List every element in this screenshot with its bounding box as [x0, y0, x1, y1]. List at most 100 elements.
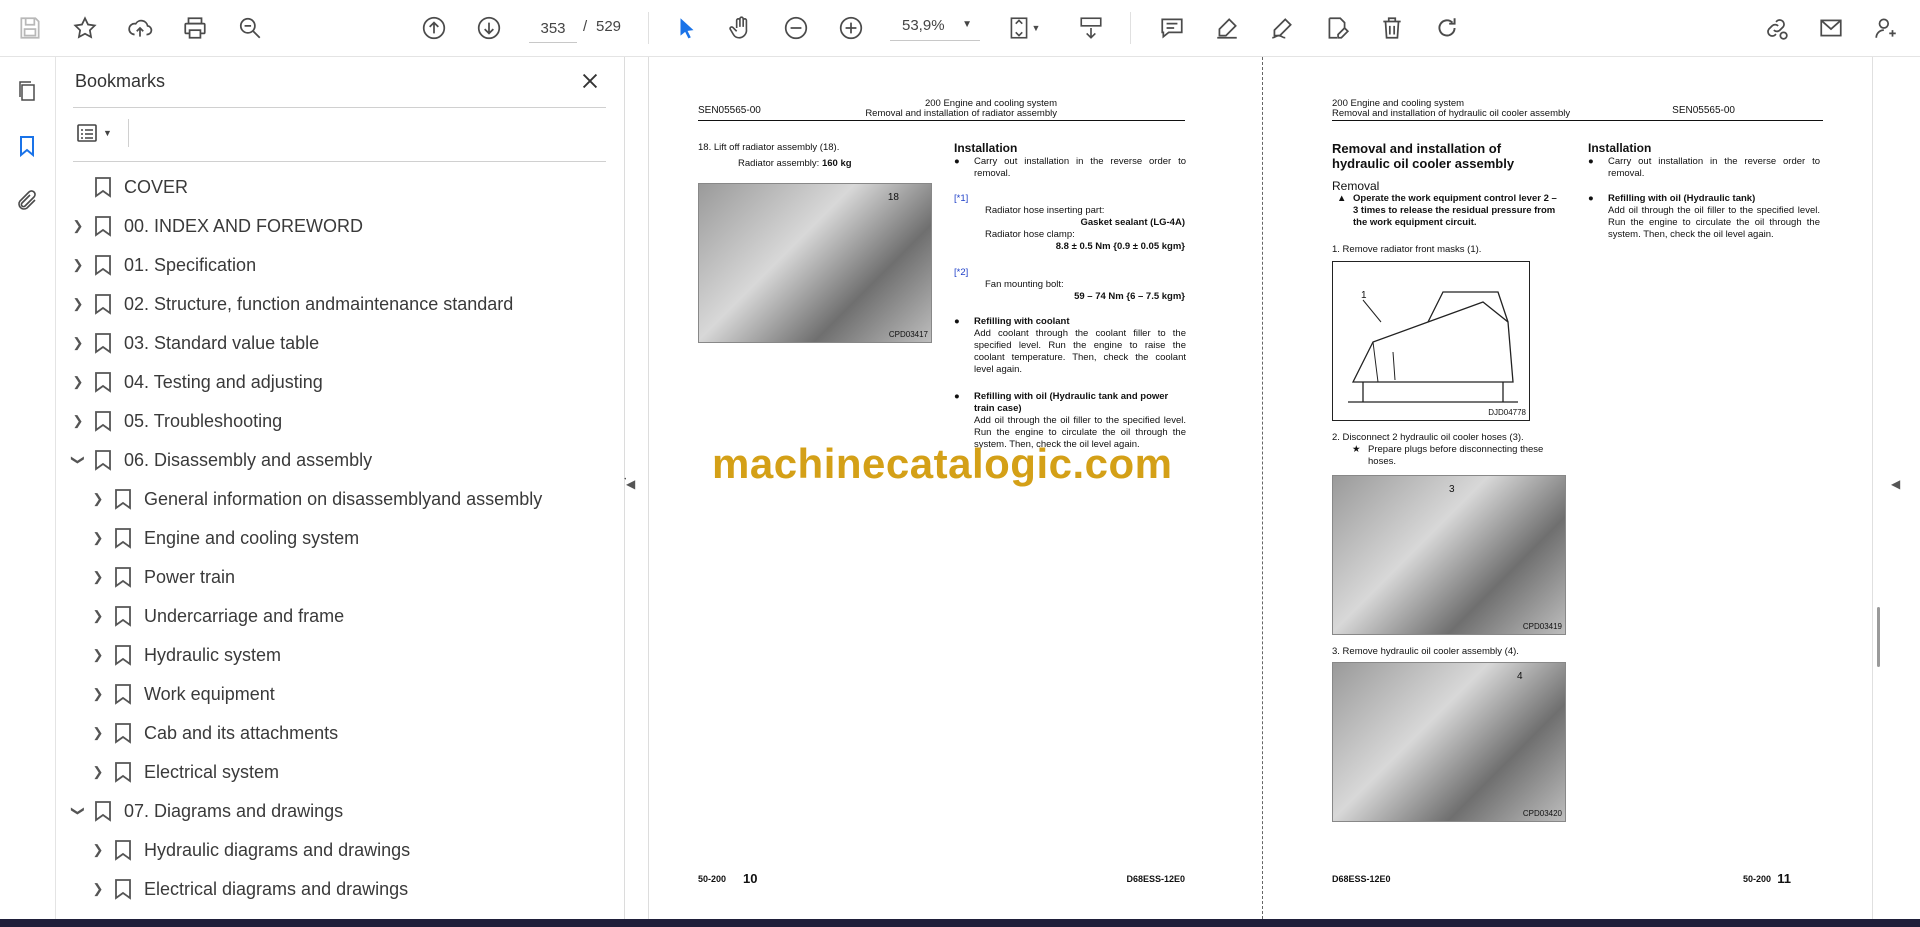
bookmark-flag-icon — [94, 215, 112, 237]
bookmark-label: General information on disassemblyand as… — [144, 488, 543, 509]
chevron-right-icon[interactable]: ❯ — [68, 413, 88, 429]
bookmark-item[interactable]: ❯ 06. Disassembly and assembly — [68, 441, 372, 479]
bookmark-item[interactable]: ❯ General information on disassemblyand a… — [88, 480, 542, 518]
email-icon[interactable] — [1815, 12, 1847, 44]
warning-icon: ▲ — [1337, 193, 1347, 204]
scroll-mode-icon[interactable] — [1075, 12, 1107, 44]
share-link-icon[interactable] — [1760, 12, 1792, 44]
next-page-icon[interactable] — [473, 12, 505, 44]
chevron-down-icon[interactable]: ❯ — [70, 801, 86, 821]
close-panel-button[interactable] — [576, 67, 604, 95]
save-icon[interactable] — [14, 12, 46, 44]
highlight-pen-icon[interactable] — [1211, 12, 1243, 44]
chevron-down-icon[interactable]: ❯ — [70, 450, 86, 470]
select-cursor-icon[interactable] — [671, 12, 703, 44]
chevron-right-icon[interactable]: ❯ — [68, 374, 88, 390]
bookmark-item[interactable]: ❯ 07. Diagrams and drawings — [68, 792, 343, 830]
zoom-in-icon[interactable] — [835, 12, 867, 44]
bookmark-item[interactable]: ❯ Undercarriage and frame — [88, 597, 344, 635]
zoom-level-dropdown[interactable]: 53,9% ▼ — [890, 14, 980, 41]
bookmark-flag-icon — [114, 644, 132, 666]
weight-label: Radiator assembly: — [738, 158, 820, 169]
bookmarks-icon[interactable] — [12, 131, 42, 161]
draw-pen-icon[interactable] — [1266, 12, 1298, 44]
bookmark-item[interactable]: ❯ Electrical diagrams and drawings — [88, 870, 408, 908]
bookmark-label: Power train — [144, 566, 236, 587]
bookmark-item[interactable]: ❯ 01. Specification — [68, 246, 256, 284]
bookmark-item[interactable]: ❯ 03. Standard value table — [68, 324, 319, 362]
header-rule — [698, 120, 1185, 121]
hand-tool-icon[interactable] — [725, 12, 757, 44]
page-number-input[interactable] — [529, 14, 577, 43]
print-icon[interactable] — [179, 12, 211, 44]
edit-text-icon[interactable] — [1321, 12, 1353, 44]
comment-icon[interactable] — [1156, 12, 1188, 44]
chevron-right-icon[interactable]: ❯ — [88, 530, 108, 546]
upload-cloud-icon[interactable] — [124, 12, 156, 44]
attachments-paperclip-icon[interactable] — [12, 186, 42, 216]
rotate-icon[interactable] — [1431, 12, 1463, 44]
bookmark-item[interactable]: ❯ Cab and its attachments — [88, 714, 338, 752]
previous-page-icon[interactable] — [418, 12, 450, 44]
chevron-right-icon[interactable]: ❯ — [88, 764, 108, 780]
bookmark-item[interactable]: ❯ 05. Troubleshooting — [68, 402, 282, 440]
panel-title: Bookmarks — [75, 71, 166, 91]
chevron-right-icon[interactable]: ❯ — [88, 569, 108, 585]
oil-cooler-photo: 4 CPD03420 — [1332, 662, 1566, 822]
chevron-down-icon: ▼ — [103, 128, 112, 138]
bookmark-flag-icon — [114, 488, 132, 510]
zoom-search-icon[interactable] — [234, 12, 266, 44]
main-title: Removal and installation of hydraulic oi… — [1332, 141, 1515, 171]
chevron-right-icon[interactable]: ❯ — [88, 842, 108, 858]
document-view[interactable]: SEN05565-00 200 Engine and cooling syste… — [626, 57, 1890, 919]
doc-id: SEN05565-00 — [698, 105, 761, 116]
bookmark-item[interactable]: ❯ Engine and cooling system — [88, 519, 359, 557]
bookmark-flag-icon — [114, 683, 132, 705]
add-user-icon[interactable] — [1870, 12, 1902, 44]
chevron-right-icon[interactable]: ❯ — [68, 335, 88, 351]
bookmark-label: 03. Standard value table — [124, 332, 320, 353]
machine-drawing-icon — [1348, 291, 1518, 403]
bookmark-item[interactable]: ❯ Power train — [88, 558, 235, 596]
chevron-right-icon[interactable]: ❯ — [88, 608, 108, 624]
bookmark-item[interactable]: ❯ 04. Testing and adjusting — [68, 363, 323, 401]
chevron-right-icon[interactable]: ❯ — [68, 296, 88, 312]
footer-model: D68ESS-12E0 — [1332, 874, 1391, 884]
chevron-right-icon[interactable]: ❯ — [68, 257, 88, 273]
star-icon[interactable] — [69, 12, 101, 44]
bookmark-item[interactable]: ❯ Hydraulic diagrams and drawings — [88, 831, 410, 869]
chevron-right-icon[interactable]: ❯ — [88, 686, 108, 702]
photo-callout: 4 — [1517, 671, 1523, 682]
bookmark-flag-icon — [94, 449, 112, 471]
footer-code: 50-200 — [1742, 874, 1771, 884]
chevron-right-icon[interactable]: ❯ — [88, 491, 108, 507]
installation-heading: Installation — [954, 141, 1018, 155]
page-thumbnails-icon[interactable] — [12, 76, 42, 106]
bookmark-item[interactable]: COVER — [68, 168, 188, 206]
page-11: 200 Engine and cooling system Removal an… — [1262, 57, 1873, 919]
divider — [128, 119, 129, 147]
bookmark-item[interactable]: ❯ Electrical system — [88, 753, 279, 791]
chevron-right-icon[interactable]: ❯ — [88, 881, 108, 897]
bookmark-item[interactable]: ❯ 02. Structure, function andmaintenance … — [68, 285, 513, 323]
cooler-hoses-photo: 3 CPD03419 — [1332, 475, 1566, 635]
scroll-left-arrow[interactable]: ◀ — [626, 477, 642, 507]
bookmark-item[interactable]: ❯ Work equipment — [88, 675, 275, 713]
radiator-photo: 18 CPD03417 — [698, 183, 932, 343]
vertical-scrollbar-thumb[interactable] — [1877, 607, 1880, 667]
page-fit-chevron-icon[interactable]: ▼ — [1028, 12, 1044, 44]
bookmark-item[interactable]: ❯ 00. INDEX AND FOREWORD — [68, 207, 363, 245]
bookmark-item[interactable]: ❯ Hydraulic system — [88, 636, 281, 674]
chevron-right-icon[interactable]: ❯ — [68, 218, 88, 234]
header-rule — [1332, 120, 1823, 121]
divider — [73, 161, 606, 162]
chevron-right-icon[interactable]: ❯ — [88, 725, 108, 741]
photo-caption: CPD03417 — [888, 330, 928, 339]
expand-right-panel-button[interactable]: ◀ — [1891, 477, 1900, 491]
trash-icon[interactable] — [1376, 12, 1408, 44]
drawing-callout: 1 — [1361, 290, 1367, 301]
section-subheader: Removal and installation of hydraulic oi… — [1332, 108, 1571, 119]
chevron-right-icon[interactable]: ❯ — [88, 647, 108, 663]
bookmark-options-button[interactable]: ▼ — [75, 119, 123, 147]
zoom-out-icon[interactable] — [780, 12, 812, 44]
